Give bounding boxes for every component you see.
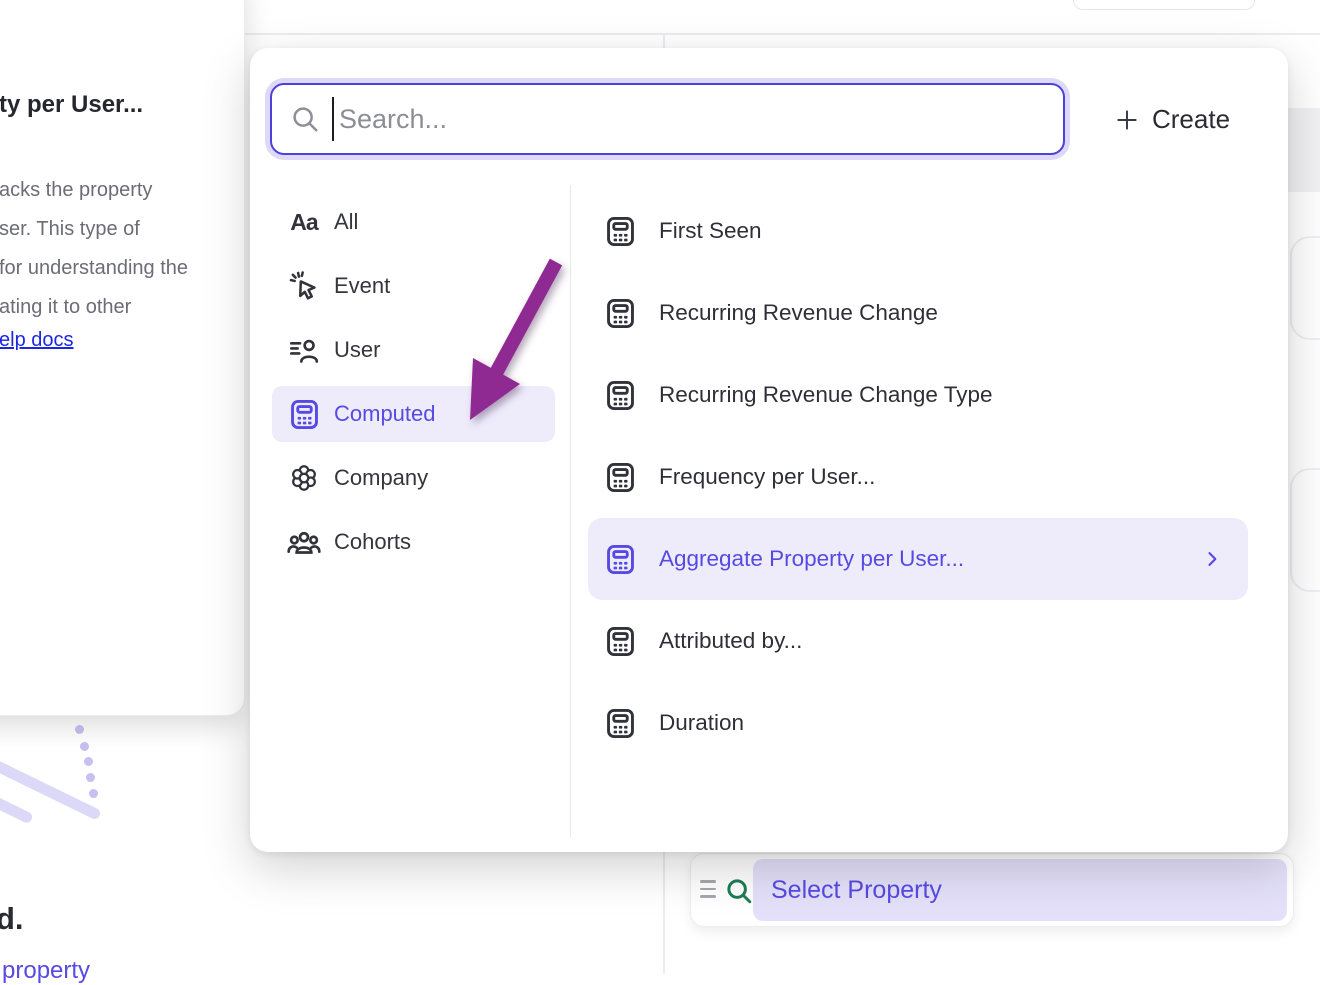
decorative-dot [75,725,84,734]
calculator-icon [604,707,637,740]
property-item-frequency-per-user[interactable]: Frequency per User... [588,436,1248,518]
event-click-icon [286,270,322,302]
screen: { "page": { "partial_heading": "d.", "pa… [0,0,1320,974]
property-item-first-seen[interactable]: First Seen [588,190,1248,272]
create-button[interactable]: Create [1108,100,1236,139]
select-property-label: Select Property [771,876,942,905]
select-property-bar: Select Property [690,853,1294,927]
decorative-dot [84,757,93,766]
calculator-icon [604,461,637,494]
property-picker-popover: Create Aa All Event User Computed Compan… [250,48,1288,852]
column-divider [570,185,571,838]
calculator-icon [604,379,637,412]
property-item-recurring-revenue-change[interactable]: Recurring Revenue Change [588,272,1248,354]
text-caret [332,97,334,141]
property-item-list: First Seen Recurring Revenue Change Recu… [588,190,1248,764]
calculator-icon [604,297,637,330]
select-property-button[interactable]: Select Property [753,859,1287,921]
property-search-icon [724,876,754,911]
tooltip-description: acks the property ser. This type of for … [0,171,188,327]
partial-top-button[interactable] [1073,0,1255,10]
calculator-icon [604,625,637,658]
property-item-label: Frequency per User... [659,464,875,490]
sidebar-item-event[interactable]: Event [272,258,555,314]
property-item-recurring-revenue-change-type[interactable]: Recurring Revenue Change Type [588,354,1248,436]
decorative-dot [80,742,89,751]
property-tooltip-card: ty per User... acks the property ser. Th… [0,0,245,716]
tooltip-line: ser. This type of [0,210,188,249]
property-item-duration[interactable]: Duration [588,682,1248,764]
background-card-fragment [1290,468,1320,592]
company-cluster-icon [286,462,322,494]
sidebar-item-label: All [334,209,358,235]
sidebar-item-label: Computed [334,401,436,427]
help-docs-link[interactable]: elp docs [0,329,74,352]
tooltip-line: for understanding the [0,249,188,288]
property-item-label: Attributed by... [659,628,802,654]
search-icon [290,104,320,134]
sidebar-item-all[interactable]: Aa All [272,194,555,250]
property-item-label: Aggregate Property per User... [659,546,964,572]
create-button-label: Create [1152,104,1230,135]
tooltip-line: acks the property [0,171,188,210]
decorative-line [0,787,34,825]
user-profile-icon [286,334,322,366]
property-item-label: Recurring Revenue Change [659,300,938,326]
calculator-icon [604,215,637,248]
background-panel-fragment [1288,108,1320,192]
search-field[interactable] [270,83,1065,155]
calculator-icon [286,398,322,431]
sidebar-item-label: Event [334,273,390,299]
sidebar-item-company[interactable]: Company [272,450,555,506]
tooltip-title: ty per User... [0,91,143,119]
background-card-fragment [1290,236,1320,340]
property-item-label: Recurring Revenue Change Type [659,382,993,408]
drag-handle-icon[interactable] [700,880,716,903]
sidebar-item-user[interactable]: User [272,322,555,378]
sidebar-item-cohorts[interactable]: Cohorts [272,514,555,570]
calculator-icon [604,543,637,576]
decorative-dot [86,773,95,782]
decorative-dot [89,789,98,798]
partial-page-heading: d. [0,901,24,937]
sidebar-item-label: User [334,337,380,363]
text-format-icon: Aa [286,209,322,236]
search-input[interactable] [337,88,1063,150]
cohorts-people-icon [286,525,322,559]
property-item-aggregate-property-per-user[interactable]: Aggregate Property per User... [588,518,1248,600]
partial-page-link[interactable]: property [2,957,90,985]
property-item-label: First Seen [659,218,762,244]
sidebar-item-label: Cohorts [334,529,411,555]
category-list: Aa All Event User Computed Company Cohor… [272,194,555,578]
chevron-right-icon [1202,549,1222,569]
sidebar-item-label: Company [334,465,428,491]
plus-icon [1114,107,1140,133]
property-item-label: Duration [659,710,744,736]
sidebar-item-computed[interactable]: Computed [272,386,555,442]
tooltip-line: ating it to other [0,288,188,327]
property-item-attributed-by[interactable]: Attributed by... [588,600,1248,682]
